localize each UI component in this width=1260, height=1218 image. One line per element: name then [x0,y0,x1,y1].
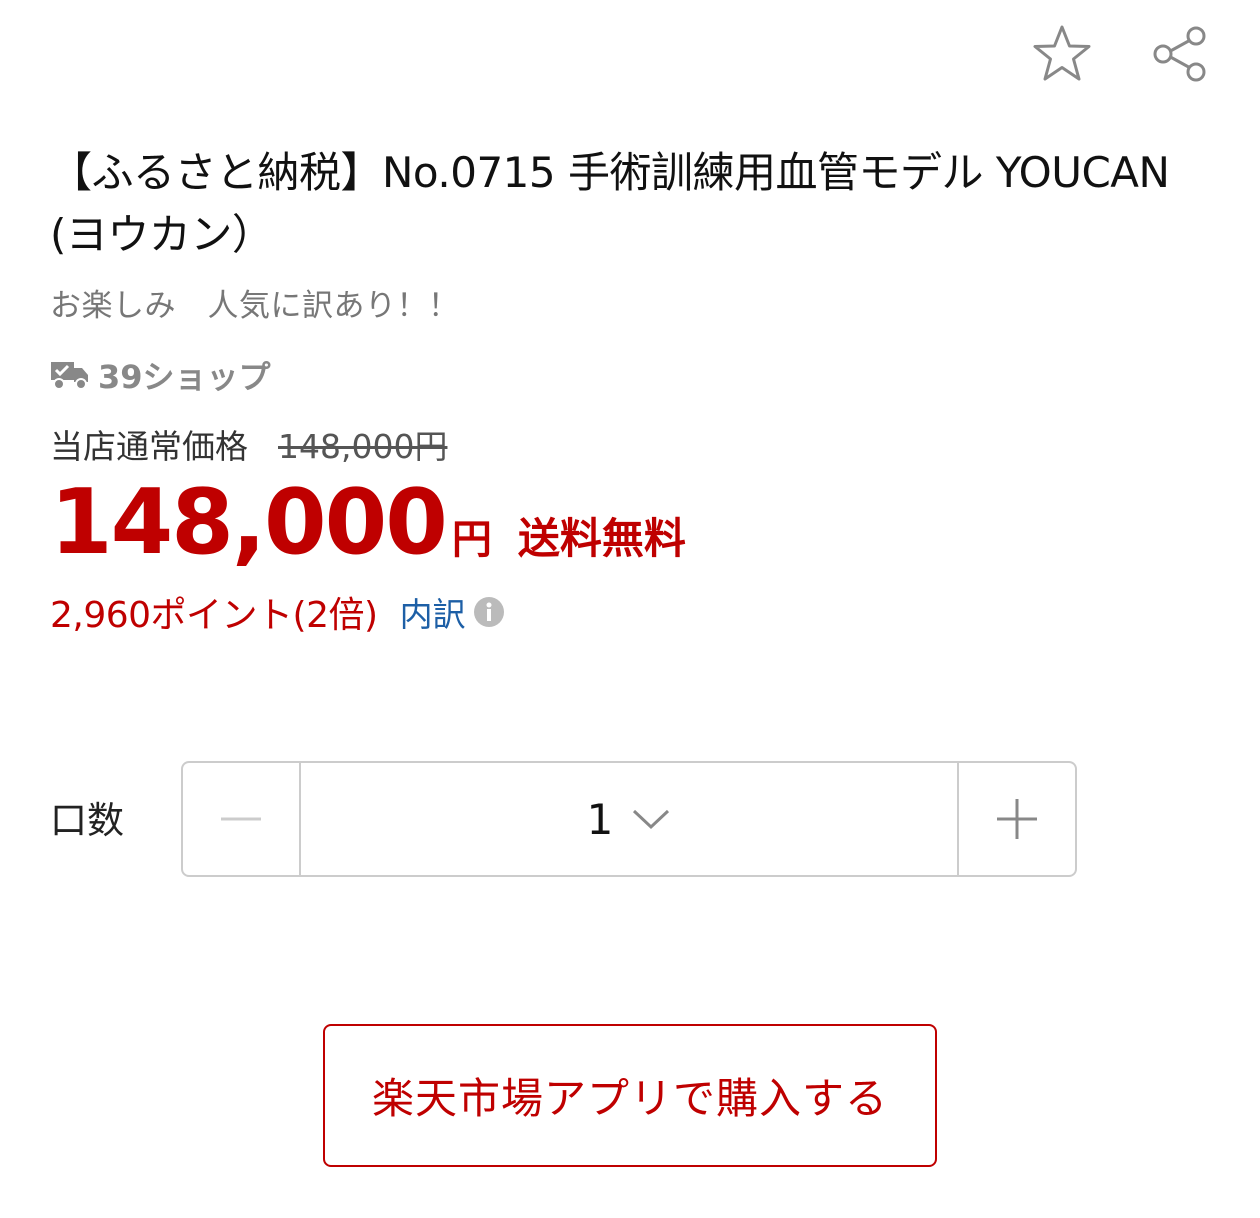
quantity-select[interactable]: 1 [301,763,957,875]
info-icon [473,597,504,627]
quantity-stepper: 1 [181,761,1077,877]
share-button[interactable] [1148,22,1212,86]
product-title: 【ふるさと納税】No.0715 手術訓練用血管モデル YOUCAN (ヨウカン） [50,148,1170,259]
share-icon [1153,26,1206,82]
truck-icon [51,362,88,390]
points-breakdown-link[interactable]: 内訳 [400,588,506,636]
catch-copy: お楽しみ 人気に訳あり！！ [50,288,460,324]
increment-button[interactable] [957,763,1075,875]
quantity-value: 1 [586,794,614,844]
favorite-button[interactable] [1030,22,1094,86]
header-actions [1030,22,1212,86]
quantity-label: 口数 [50,799,124,842]
shipping-badge-label: 39ショップ [98,358,271,396]
free-shipping-label: 送料無料 [517,514,686,563]
price-value: 148,000 [50,470,448,575]
minus-icon [221,817,261,821]
plus-icon [997,799,1037,839]
breakdown-label: 内訳 [399,595,466,634]
regular-price-value: 148,000円 [278,427,448,466]
regular-price-label: 当店通常価格 [50,427,248,466]
points-text: 2,960ポイント(2倍) [50,595,378,636]
points-row: 2,960ポイント(2倍) 内訳 [50,586,506,638]
shipping-badge: 39ショップ [50,352,271,398]
decrement-button[interactable] [183,763,301,875]
price-row: 148,000 円 送料無料 [50,470,686,575]
buy-in-app-button[interactable]: 楽天市場アプリで購入する [323,1024,937,1167]
price-unit: 円 [451,517,492,563]
regular-price-row: 当店通常価格 148,000円 [50,420,447,468]
star-outline-icon [1033,25,1091,81]
chevron-down-icon [633,809,670,830]
